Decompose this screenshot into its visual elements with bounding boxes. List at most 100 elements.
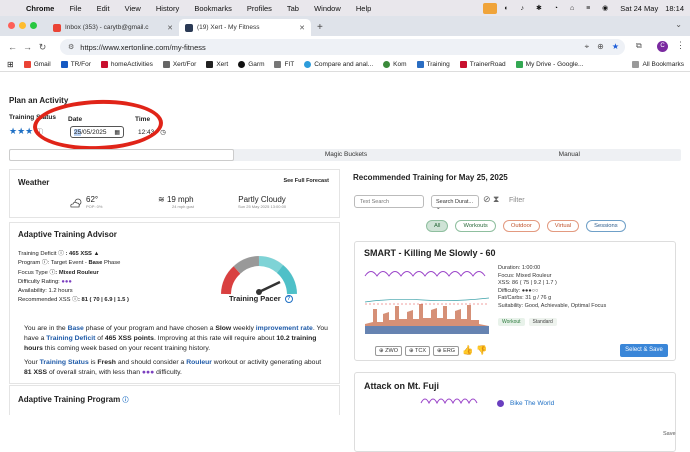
apps-grid-icon[interactable]: ⊞ bbox=[7, 60, 14, 69]
chip-workouts[interactable]: Workouts bbox=[455, 220, 496, 232]
help-icon[interactable]: ? bbox=[284, 295, 293, 304]
clock-icon[interactable]: ◷ bbox=[160, 128, 166, 136]
menu-window[interactable]: Window bbox=[314, 4, 341, 13]
bookmark-label: My Drive - Google... bbox=[525, 61, 584, 68]
bike-the-world-link[interactable]: Bike The World bbox=[510, 400, 554, 407]
save-button[interactable]: Save bbox=[663, 431, 676, 437]
new-tab-button[interactable]: + bbox=[317, 22, 323, 33]
back-icon[interactable]: ← bbox=[5, 42, 20, 52]
filter-button[interactable]: Filter bbox=[509, 197, 525, 204]
close-window-icon[interactable] bbox=[8, 22, 15, 29]
bookmark-label: Garm bbox=[248, 61, 265, 68]
bookmark-xert[interactable]: Xert bbox=[206, 61, 228, 68]
menu-help[interactable]: Help bbox=[356, 4, 371, 13]
program-line: Program ⓘ: Target Event - Base Phase bbox=[18, 259, 129, 268]
text-highlight: Slow bbox=[215, 325, 232, 332]
partly-cloudy-icon bbox=[70, 198, 82, 208]
address-bar[interactable]: ⚙ https://www.xertonline.com/my-fitness … bbox=[60, 39, 625, 55]
workout-tags: Workout Standard bbox=[498, 318, 557, 326]
clear-filter-icon[interactable]: ⊘ ⧗ bbox=[483, 194, 499, 205]
chip-outdoor[interactable]: Outdoor bbox=[502, 220, 540, 232]
zwo-button[interactable]: ⊕ ZWO bbox=[375, 345, 402, 356]
bookmark-mydrive[interactable]: My Drive - Google... bbox=[515, 61, 584, 68]
tab-magic-buckets[interactable]: Magic Buckets bbox=[234, 149, 457, 161]
workout-title[interactable]: SMART - Killing Me Slowly - 60 bbox=[364, 248, 496, 258]
kom-icon bbox=[383, 61, 391, 68]
menu-edit[interactable]: Edit bbox=[97, 4, 110, 13]
bookmark-label: Training bbox=[426, 61, 450, 68]
text: and should consider a bbox=[115, 359, 187, 366]
tab-gmail[interactable]: Inbox (353) - carytb@gmail.c ✕ bbox=[47, 19, 179, 36]
close-tab-icon[interactable]: ✕ bbox=[167, 24, 173, 32]
text-highlight[interactable]: improvement rate bbox=[256, 325, 313, 332]
chip-sessions[interactable]: Sessions bbox=[586, 220, 626, 232]
menu-view[interactable]: View bbox=[125, 4, 141, 13]
workout-title[interactable]: Attack on Mt. Fuji bbox=[364, 381, 439, 391]
forward-icon[interactable]: → bbox=[20, 42, 35, 52]
text: of overall strain, with less than bbox=[47, 368, 142, 376]
select-save-button[interactable]: Select & Save bbox=[620, 344, 668, 357]
thumbs-up-icon[interactable]: 👍 bbox=[462, 345, 473, 356]
chip-all[interactable]: All bbox=[426, 220, 449, 232]
search-input[interactable]: Text Search bbox=[354, 195, 424, 208]
bookmark-xertfor[interactable]: Xert/For bbox=[162, 61, 196, 68]
reload-icon[interactable]: ↻ bbox=[35, 42, 50, 53]
text-highlight[interactable]: Training Deficit bbox=[46, 335, 95, 342]
workout-card[interactable]: SMART - Killing Me Slowly - 60 Duration:… bbox=[354, 241, 676, 361]
red-annotation-circle bbox=[32, 97, 164, 153]
menu-history[interactable]: History bbox=[156, 4, 179, 13]
wind-value: 19 mph bbox=[166, 195, 194, 204]
bookmark-kom[interactable]: Kom bbox=[383, 61, 407, 68]
workout-card[interactable]: Attack on Mt. Fuji Bike The World bbox=[354, 372, 676, 452]
url-text[interactable]: https://www.xertonline.com/my-fitness bbox=[80, 43, 205, 52]
info-icon[interactable]: ⓘ bbox=[58, 251, 64, 257]
microphone-icon[interactable] bbox=[483, 2, 498, 14]
kebab-menu-icon[interactable]: ⋮ bbox=[676, 40, 685, 51]
avatar[interactable]: C bbox=[657, 41, 668, 52]
wind: ≋ 19 mph 24 mph gust bbox=[158, 195, 194, 209]
bookmark-training[interactable]: Training bbox=[416, 61, 450, 68]
condition: Partly Cloudy Sun 25 May 2025 13:00:00 bbox=[238, 195, 286, 209]
site-info-icon[interactable]: ⚙ bbox=[68, 43, 74, 51]
bookmark-compare[interactable]: Compare and anal... bbox=[304, 61, 373, 68]
location-icon[interactable]: ⌖ bbox=[585, 42, 590, 52]
zoom-window-icon[interactable] bbox=[30, 22, 37, 29]
bookmark-gmail[interactable]: Gmail bbox=[23, 61, 51, 68]
duration-select[interactable]: Search Durat... ⌄ bbox=[431, 195, 479, 211]
tab-workout[interactable]: Workout bbox=[9, 149, 235, 161]
menu-chrome[interactable]: Chrome bbox=[26, 4, 54, 13]
text: . Improving at this rate will require ab… bbox=[153, 334, 277, 342]
thumbs-down-icon[interactable]: 👎 bbox=[476, 345, 487, 356]
zoom-icon[interactable]: ⊕ bbox=[597, 42, 604, 52]
all-bookmarks[interactable]: All Bookmarks bbox=[632, 61, 684, 68]
menu-time[interactable]: 18:14 bbox=[665, 4, 684, 13]
bookmark-label: homeActivities bbox=[110, 61, 153, 68]
text-highlight[interactable]: Training Status bbox=[40, 359, 89, 366]
bookmark-garm[interactable]: Garm bbox=[238, 61, 264, 68]
chevron-down-icon[interactable]: ⌄ bbox=[675, 20, 682, 29]
help-icon[interactable]: ⓘ bbox=[122, 398, 128, 404]
minimize-window-icon[interactable] bbox=[19, 22, 26, 29]
bookmark-homeactivities[interactable]: homeActivities bbox=[100, 61, 153, 68]
bookmark-star-icon[interactable]: ★ bbox=[612, 42, 619, 52]
erg-button[interactable]: ⊕ ERG bbox=[433, 345, 460, 356]
chip-virtual[interactable]: Virtual bbox=[546, 220, 580, 232]
tab-manual[interactable]: Manual bbox=[458, 149, 681, 161]
tab-xert[interactable]: (19) Xert - My Fitness ✕ bbox=[179, 19, 311, 36]
apple-icon[interactable] bbox=[8, 3, 18, 13]
workout-xss: XSS: 86 ( 75 | 9.2 | 1.7 ) bbox=[498, 280, 557, 287]
menu-bookmarks[interactable]: Bookmarks bbox=[194, 4, 232, 13]
menu-date[interactable]: Sat 24 May bbox=[620, 4, 658, 13]
full-forecast-link[interactable]: See Full Forecast bbox=[283, 178, 329, 184]
close-tab-icon[interactable]: ✕ bbox=[299, 24, 305, 32]
menu-profiles[interactable]: Profiles bbox=[247, 4, 272, 13]
bookmark-fit[interactable]: FIT bbox=[274, 61, 294, 68]
menu-tab[interactable]: Tab bbox=[287, 4, 299, 13]
text-highlight[interactable]: Rouleur bbox=[186, 359, 212, 366]
status-icons[interactable]: ◐ ♪ ✱ ◔ ⌂ ≡ ◉ bbox=[504, 4, 613, 12]
tcx-button[interactable]: ⊕ TCX bbox=[404, 345, 431, 356]
menu-file[interactable]: File bbox=[69, 4, 81, 13]
bookmark-trainerroad[interactable]: TrainerRoad bbox=[459, 61, 506, 68]
extensions-icon[interactable]: ⧉ bbox=[636, 41, 642, 51]
bookmark-trfor[interactable]: TR/For bbox=[60, 61, 91, 68]
